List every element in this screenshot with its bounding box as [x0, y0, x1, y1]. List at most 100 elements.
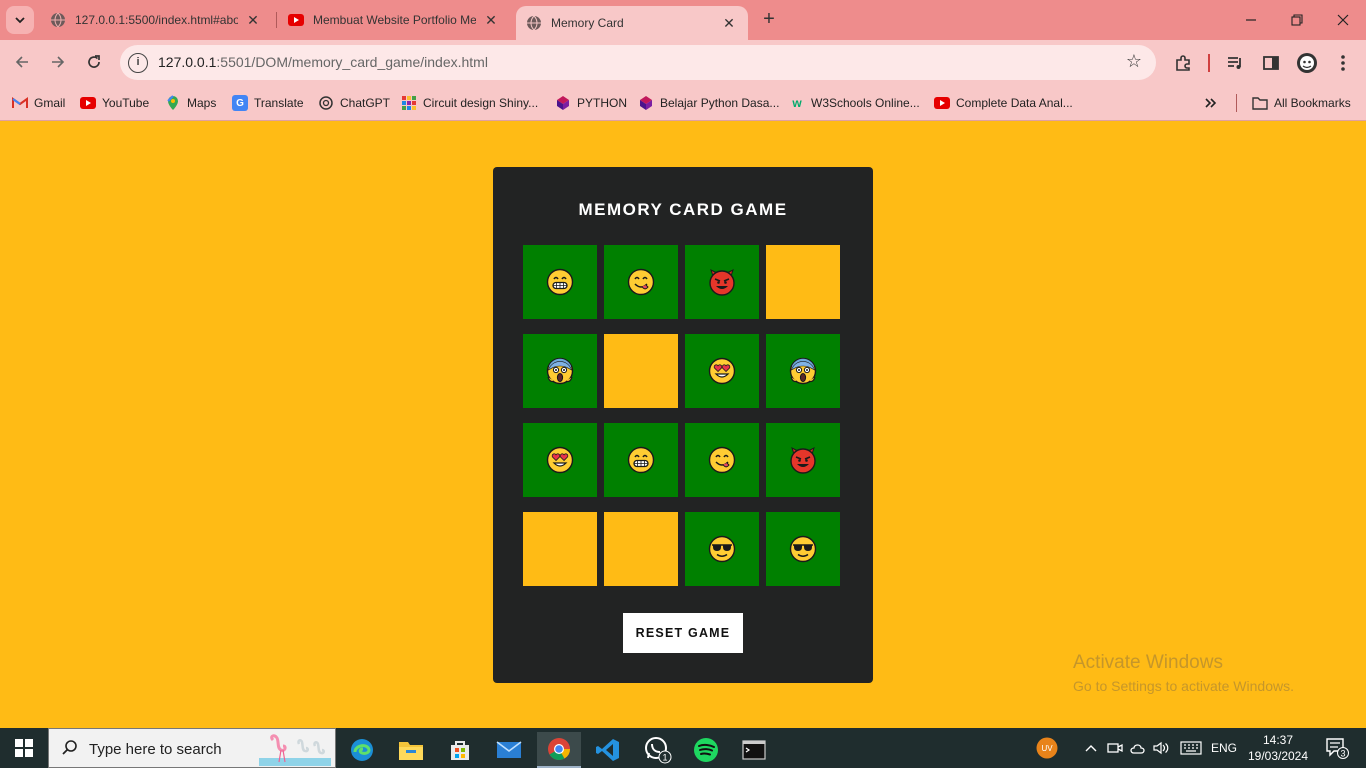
- chrome-icon: [548, 738, 570, 760]
- arrow-left-icon: [15, 56, 28, 68]
- show-hidden-icons-button[interactable]: [1080, 728, 1102, 768]
- minimize-button[interactable]: [1228, 0, 1274, 40]
- restore-button[interactable]: [1274, 0, 1320, 40]
- url-text[interactable]: 127.0.0.1:5501/DOM/memory_card_game/inde…: [158, 54, 488, 70]
- bookmark-star-icon[interactable]: ☆: [1126, 51, 1142, 72]
- extensions-icon[interactable]: [1170, 50, 1196, 76]
- taskbar-search-box[interactable]: Type here to search: [48, 728, 336, 768]
- media-control-icon[interactable]: [1222, 50, 1248, 76]
- touch-keyboard-icon[interactable]: [1177, 728, 1205, 768]
- volume-icon[interactable]: [1151, 728, 1173, 768]
- more-bookmarks-button[interactable]: [1204, 93, 1218, 113]
- close-icon[interactable]: ✕: [482, 12, 500, 29]
- devil-emoji-icon: [790, 447, 816, 474]
- search-placeholder: Type here to search: [89, 741, 222, 758]
- memory-card-facedown[interactable]: [604, 334, 678, 408]
- spotify-icon: [694, 738, 718, 762]
- bookmark-label: YouTube: [102, 96, 150, 110]
- notifications-button[interactable]: 3: [1320, 728, 1354, 768]
- taskbar-chrome[interactable]: [537, 732, 581, 768]
- bookmark-youtube[interactable]: YouTube: [80, 93, 149, 113]
- bookmark-label: Complete Data Anal...: [956, 96, 1073, 110]
- bookmark-maps[interactable]: Maps: [165, 93, 216, 113]
- activate-windows-watermark: Activate Windows Go to Settings to activ…: [1073, 652, 1294, 694]
- network-icon[interactable]: [1127, 728, 1149, 768]
- bookmarks-divider: [1236, 94, 1237, 112]
- memory-card-heart-eyes[interactable]: [685, 334, 759, 408]
- bookmark-label: PYTHON: [577, 96, 628, 110]
- tab-title: 127.0.0.1:5500/index.html#abou: [75, 13, 238, 27]
- start-button[interactable]: [0, 728, 48, 768]
- more-menu-icon[interactable]: [1330, 50, 1356, 76]
- memory-card-sunglasses[interactable]: [766, 512, 840, 586]
- memory-card-yum[interactable]: [685, 423, 759, 497]
- memory-card-grin[interactable]: [523, 245, 597, 319]
- all-bookmarks-button[interactable]: All Bookmarks: [1252, 93, 1351, 113]
- bookmark-circuit-design[interactable]: Circuit design Shiny...: [401, 93, 538, 113]
- taskbar-spotify[interactable]: [684, 732, 728, 768]
- memory-card-yum[interactable]: [604, 245, 678, 319]
- reset-game-button[interactable]: RESET GAME: [623, 613, 743, 653]
- taskbar-file-explorer[interactable]: [389, 732, 433, 768]
- address-bar[interactable]: i 127.0.0.1:5501/DOM/memory_card_game/in…: [120, 45, 1156, 80]
- whatsapp-icon: 1: [645, 737, 672, 764]
- globe-icon: [526, 15, 542, 31]
- clock-date: 19/03/2024: [1247, 749, 1309, 763]
- bookmark-chatgpt[interactable]: ChatGPT: [318, 93, 390, 113]
- taskbar-whatsapp[interactable]: 1: [636, 732, 680, 768]
- memory-card-devil[interactable]: [766, 423, 840, 497]
- close-window-button[interactable]: [1320, 0, 1366, 40]
- memory-card-facedown[interactable]: [604, 512, 678, 586]
- bookmark-complete-data[interactable]: Complete Data Anal...: [934, 93, 1073, 113]
- taskbar-terminal[interactable]: [732, 732, 776, 768]
- reload-button[interactable]: [80, 48, 108, 76]
- memory-card-grin[interactable]: [604, 423, 678, 497]
- side-panel-icon[interactable]: [1258, 50, 1284, 76]
- memory-card-facedown[interactable]: [766, 245, 840, 319]
- memory-card-scream[interactable]: [523, 334, 597, 408]
- bookmark-translate[interactable]: G Translate: [232, 93, 304, 113]
- tab-memory-card[interactable]: Memory Card ✕: [516, 6, 748, 40]
- windows-logo-icon: [15, 739, 33, 757]
- close-icon[interactable]: ✕: [244, 12, 262, 29]
- chatgpt-icon: [318, 95, 334, 111]
- url-path: :5501/DOM/memory_card_game/index.html: [216, 54, 488, 70]
- close-icon[interactable]: ✕: [720, 15, 738, 32]
- search-highlight-flamingo-icon: [259, 734, 331, 766]
- notification-icon: 3: [1326, 738, 1349, 759]
- memory-card-devil[interactable]: [685, 245, 759, 319]
- gmail-icon: [12, 95, 28, 111]
- folder-icon: [1252, 95, 1268, 111]
- bookmark-gmail[interactable]: Gmail: [12, 93, 65, 113]
- new-tab-button[interactable]: +: [758, 8, 780, 32]
- bookmark-belajar-python[interactable]: Belajar Python Dasa...: [638, 93, 779, 113]
- bookmark-w3schools[interactable]: w W3Schools Online...: [789, 93, 919, 113]
- site-info-icon[interactable]: i: [128, 53, 148, 73]
- system-clock[interactable]: 14:37 19/03/2024: [1242, 732, 1314, 764]
- memory-card-heart-eyes[interactable]: [523, 423, 597, 497]
- tab-portfolio-local[interactable]: 127.0.0.1:5500/index.html#abou ✕: [40, 0, 272, 40]
- avatar-icon: UV: [1036, 737, 1058, 759]
- memory-card-facedown[interactable]: [523, 512, 597, 586]
- globe-icon: [50, 12, 66, 28]
- back-button[interactable]: [8, 48, 36, 76]
- tab-youtube[interactable]: Membuat Website Portfolio Me ✕: [278, 0, 510, 40]
- taskbar-store[interactable]: [438, 732, 482, 768]
- profile-avatar-icon[interactable]: [1294, 50, 1320, 76]
- taskbar-mail[interactable]: [487, 732, 531, 768]
- memory-card-sunglasses[interactable]: [685, 512, 759, 586]
- memory-card-scream[interactable]: [766, 334, 840, 408]
- tab-title: Membuat Website Portfolio Me: [313, 13, 476, 27]
- game-title: MEMORY CARD GAME: [578, 200, 788, 219]
- user-avatar[interactable]: UV: [1034, 728, 1060, 768]
- bookmark-python[interactable]: PYTHON: [555, 93, 627, 113]
- w3schools-icon: w: [792, 96, 802, 110]
- meet-now-icon[interactable]: [1104, 728, 1126, 768]
- taskbar-edge[interactable]: [340, 732, 384, 768]
- language-indicator[interactable]: ENG: [1208, 728, 1240, 768]
- bookmark-label: Maps: [187, 96, 217, 110]
- tab-search-button[interactable]: [6, 6, 34, 34]
- taskbar-vscode[interactable]: [586, 732, 630, 768]
- forward-button[interactable]: [44, 48, 72, 76]
- sunglasses-emoji-icon: [708, 535, 736, 563]
